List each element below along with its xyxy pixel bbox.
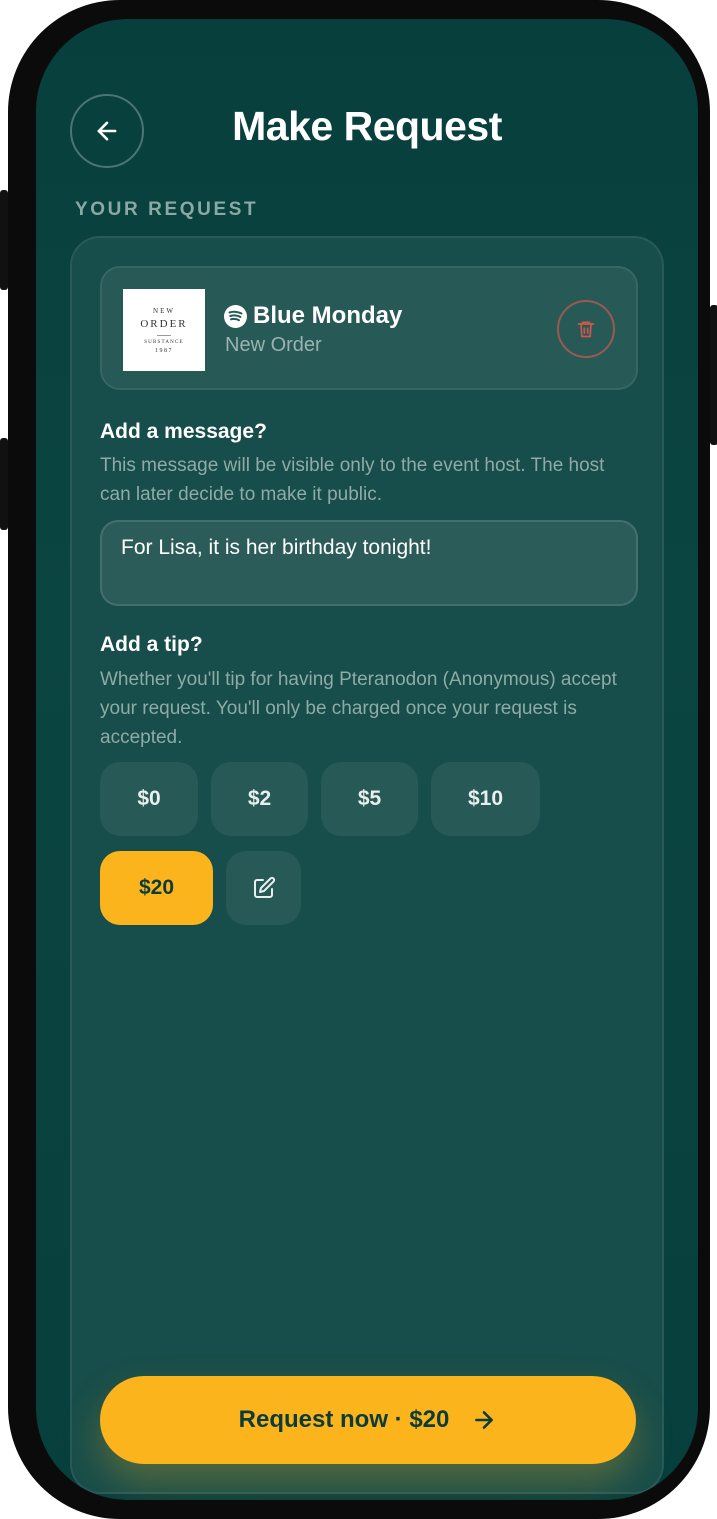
arrow-left-icon <box>97 121 117 141</box>
edit-icon <box>253 876 275 898</box>
tip-help-text: Whether you'll tip for having Pteranodon… <box>100 669 617 748</box>
request-now-button[interactable]: Request now · $20 <box>100 1376 636 1464</box>
message-input[interactable]: For Lisa, it is her birthday tonight! <box>100 520 638 606</box>
tip-option-20[interactable]: $20 <box>100 851 213 925</box>
tip-option-10[interactable]: $10 <box>431 762 540 836</box>
album-art-line: ORDER <box>140 317 188 330</box>
power-button <box>710 305 717 445</box>
selected-track: NEW ORDER SUBSTANCE 1987 Blue Monday New… <box>100 266 638 390</box>
request-card: NEW ORDER SUBSTANCE 1987 Blue Monday New… <box>70 236 664 1494</box>
page-title: Make Request <box>232 103 502 149</box>
tip-option-5[interactable]: $5 <box>321 762 418 836</box>
arrow-right-icon <box>475 1411 494 1429</box>
tip-option-2[interactable]: $2 <box>211 762 308 836</box>
section-label: YOUR REQUEST <box>75 199 259 220</box>
custom-tip-button[interactable] <box>226 851 301 925</box>
tip-option-0[interactable]: $0 <box>100 762 198 836</box>
app-screen: Make Request YOUR REQUEST NEW ORDER SUBS… <box>36 19 698 1500</box>
tip-label: Add a tip? <box>100 633 203 656</box>
album-art-line: 1987 <box>155 347 173 354</box>
remove-track-button[interactable] <box>557 300 615 358</box>
volume-up-button <box>0 190 8 290</box>
track-title: Blue Monday <box>253 302 403 329</box>
volume-down-button <box>0 438 8 530</box>
album-art-line: SUBSTANCE <box>144 339 184 345</box>
message-help-text: This message will be visible only to the… <box>100 455 605 505</box>
album-art-line: NEW <box>153 306 175 315</box>
back-button[interactable] <box>70 94 144 168</box>
track-artist: New Order <box>225 334 322 356</box>
track-title-row: Blue Monday <box>224 302 402 330</box>
trash-icon <box>577 321 595 338</box>
phone-frame: Make Request YOUR REQUEST NEW ORDER SUBS… <box>0 0 717 1519</box>
spotify-icon <box>224 304 247 328</box>
request-now-label: Request now · $20 <box>238 1406 450 1433</box>
message-label: Add a message? <box>100 420 267 443</box>
album-art: NEW ORDER SUBSTANCE 1987 <box>123 289 205 371</box>
album-art-rule <box>157 334 171 336</box>
